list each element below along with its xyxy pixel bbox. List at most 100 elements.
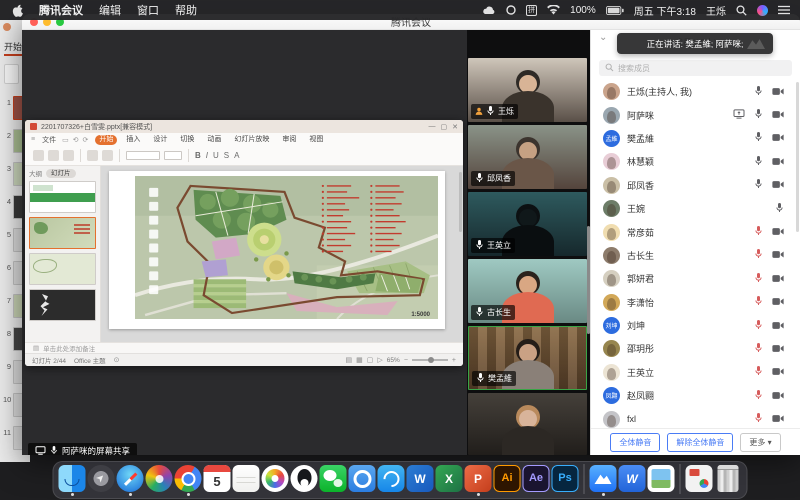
toolbar-icon[interactable] [48, 150, 59, 161]
video-strip-scrollbar[interactable] [587, 226, 590, 334]
format-button-B[interactable]: B [195, 151, 201, 160]
screen-share-banner[interactable]: 阿萨咪的屏幕共享 [28, 443, 137, 455]
ribbon-tab-视图[interactable]: 视图 [305, 135, 327, 145]
slide-thumbnail-1[interactable] [29, 181, 96, 213]
camera-icon[interactable] [772, 106, 784, 124]
mic-on-icon[interactable] [775, 200, 784, 218]
video-tile-partial[interactable] [468, 393, 587, 455]
camera-icon[interactable] [772, 363, 784, 381]
video-tile-古长生[interactable]: 古长生 [468, 259, 587, 323]
video-tile-王烁[interactable]: 王烁 [468, 58, 587, 122]
dock-app-notes[interactable] [233, 465, 260, 492]
tencent-meeting-icon[interactable] [590, 465, 617, 492]
mic-on-icon[interactable] [754, 106, 763, 124]
participant-row[interactable]: 王婉 [591, 197, 794, 220]
toolbar-icon[interactable] [63, 150, 74, 161]
outline-tab[interactable]: 大纲 [29, 168, 42, 178]
wps-notes-bar[interactable]: ▤ 单击此处添加备注 [25, 342, 463, 353]
mic-muted-icon[interactable] [754, 387, 763, 405]
ribbon-tab-动画[interactable]: 动画 [203, 135, 225, 145]
menu-clock[interactable]: 周五 下午3:18 [634, 3, 696, 18]
finder-icon[interactable] [59, 465, 86, 492]
dock-app-tencent-docs[interactable] [349, 465, 376, 492]
menu-item-1[interactable]: 腾讯会议 [39, 2, 83, 18]
illustrator-icon[interactable]: Ai [494, 465, 521, 492]
participant-row[interactable]: 邵玥彤 [591, 337, 794, 360]
wps-window-controls[interactable]: —▢✕ [429, 123, 459, 131]
wps-hamburger-icon[interactable]: ≡ [31, 136, 36, 143]
dock-app-safari[interactable] [117, 465, 144, 492]
wechat-icon[interactable] [320, 465, 347, 492]
footer-button-更多 ▾[interactable]: 更多 ▾ [740, 433, 780, 452]
participant-row[interactable]: 王烁(主持人, 我) [591, 80, 794, 103]
camera-icon[interactable] [772, 293, 784, 311]
participant-row[interactable]: 邱凤香 [591, 174, 794, 197]
participant-row[interactable]: 孟維樊孟維 [591, 127, 794, 150]
after-effects-icon[interactable]: Ae [523, 465, 550, 492]
footer-button-全体静音[interactable]: 全体静音 [610, 433, 660, 452]
participant-row[interactable]: 李潇怡 [591, 291, 794, 314]
record-icon[interactable] [506, 5, 516, 15]
menu-item-3[interactable]: 窗口 [137, 2, 159, 18]
wifi-icon[interactable] [547, 5, 560, 15]
participant-row[interactable]: 郭妍君 [591, 267, 794, 290]
video-tile-王英立[interactable]: 王英立 [468, 192, 587, 256]
font-name-field[interactable] [126, 151, 160, 160]
participant-row[interactable]: 王英立 [591, 361, 794, 384]
dock-app-tencent-meeting[interactable] [590, 465, 617, 492]
cloud-icon[interactable] [482, 6, 496, 15]
zoom-in-button[interactable]: + [452, 357, 456, 364]
mic-muted-icon[interactable] [754, 317, 763, 335]
dock-app-finder[interactable] [59, 465, 86, 492]
members-list-scrollbar[interactable] [796, 82, 799, 232]
ribbon-tab-开始[interactable]: 开始 [95, 135, 117, 145]
mic-muted-icon[interactable] [754, 340, 763, 358]
mic-on-icon[interactable] [754, 176, 763, 194]
preview-icon[interactable] [648, 465, 675, 492]
mic-muted-icon[interactable] [754, 246, 763, 264]
siri-icon[interactable] [757, 5, 768, 16]
camera-icon[interactable] [772, 246, 784, 264]
format-button-I[interactable]: I [206, 151, 208, 160]
background-window-traffic-light[interactable] [3, 23, 11, 31]
current-slide[interactable]: 1:5000 [109, 171, 445, 329]
menu-user[interactable]: 王烁 [706, 3, 726, 18]
mic-muted-icon[interactable] [754, 410, 763, 428]
format-buttons[interactable]: BIUSA [195, 151, 239, 160]
qq-icon[interactable] [291, 465, 318, 492]
notes-icon[interactable] [233, 465, 260, 492]
camera-icon[interactable] [772, 153, 784, 171]
cctalk-icon[interactable] [378, 465, 405, 492]
ribbon-tab-切换[interactable]: 切换 [176, 135, 198, 145]
camera-icon[interactable] [772, 223, 784, 241]
collapse-panel-chevron-icon[interactable]: ⌄ [599, 32, 607, 43]
mic-muted-icon[interactable] [754, 223, 763, 241]
dock-app-photos[interactable] [262, 465, 289, 492]
dock-app-qq[interactable] [291, 465, 318, 492]
font-size-field[interactable] [164, 151, 182, 160]
tencent-docs-icon[interactable] [349, 465, 376, 492]
sorter-view-icon[interactable]: ▦ [356, 356, 363, 364]
photoshop-icon[interactable]: Ps [552, 465, 579, 492]
dock-app-colorwheel[interactable] [146, 465, 173, 492]
participant-row[interactable]: 常彦茹 [591, 220, 794, 243]
ribbon-tab-插入[interactable]: 插入 [122, 135, 144, 145]
participant-row[interactable]: fxl [591, 407, 794, 428]
toolbar-icon[interactable] [33, 150, 44, 161]
participant-row[interactable]: 阿萨咪 [591, 103, 794, 126]
footer-button-解除全体静音[interactable]: 解除全体静音 [667, 433, 733, 452]
participant-row[interactable]: 凤翾赵凤翾 [591, 384, 794, 407]
slides-tab[interactable]: 幻灯片 [46, 169, 76, 178]
mic-muted-icon[interactable] [754, 293, 763, 311]
search-input[interactable] [618, 64, 786, 73]
dock-app-excel[interactable]: X [436, 465, 463, 492]
mic-muted-icon[interactable] [754, 270, 763, 288]
wps-title-bar[interactable]: 2201707326+白雪雯.pptx[兼容模式] —▢✕ [25, 120, 463, 133]
trash-icon[interactable] [718, 465, 739, 492]
toolbar-icon[interactable] [102, 150, 113, 161]
slide-thumbnail-4[interactable] [29, 289, 96, 321]
ribbon-tab-设计[interactable]: 设计 [149, 135, 171, 145]
dock-app-wps-office[interactable]: W [619, 465, 646, 492]
camera-icon[interactable] [772, 270, 784, 288]
normal-view-icon[interactable]: ▤ [346, 356, 353, 364]
